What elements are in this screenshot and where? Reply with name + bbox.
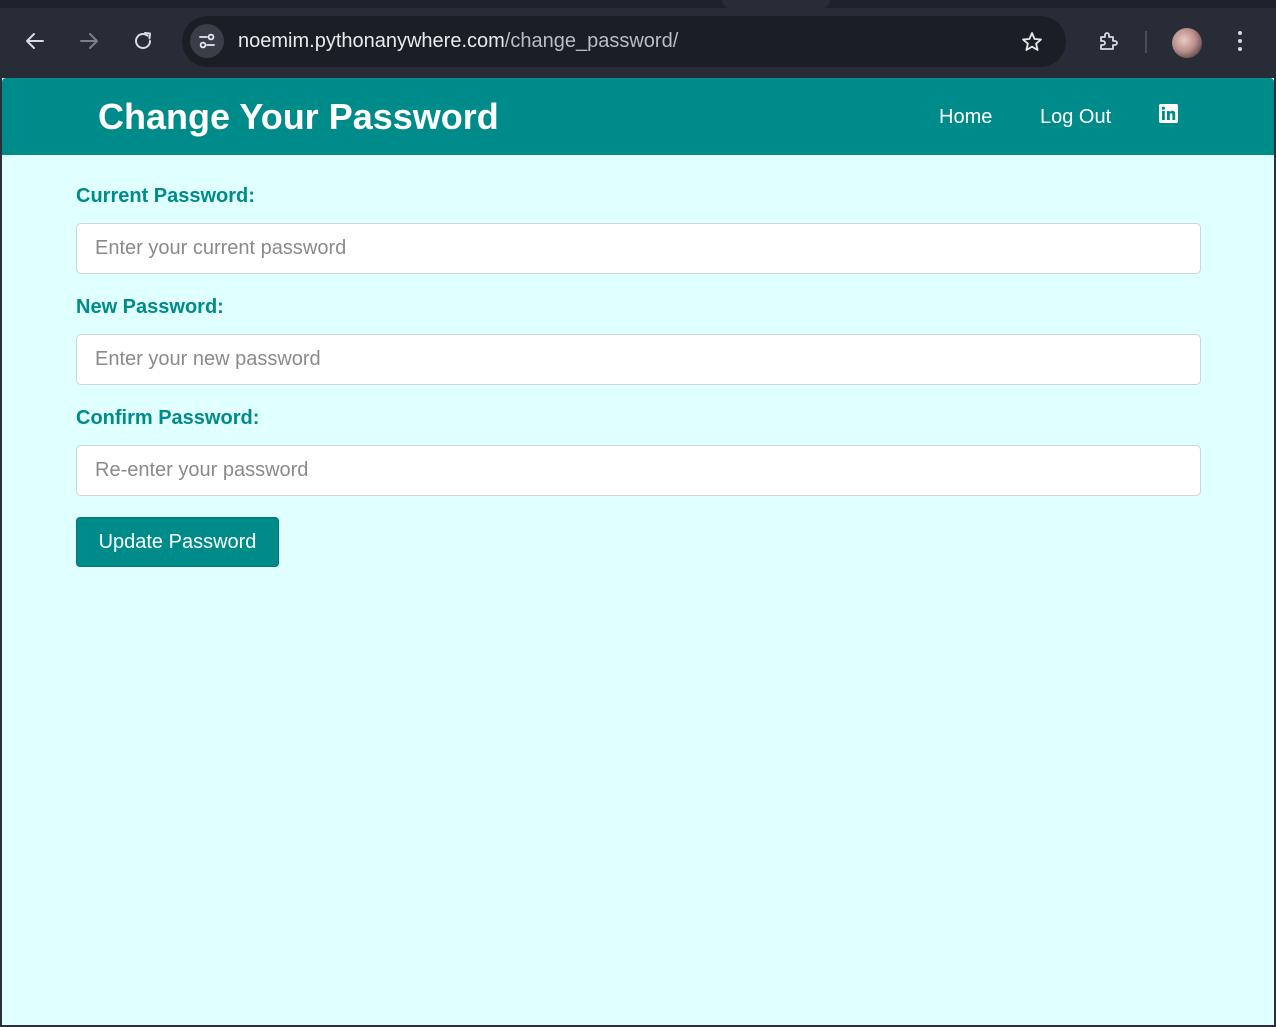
url-text[interactable]: noemim.pythonanywhere.com/change_passwor… bbox=[238, 29, 678, 53]
tab-strip bbox=[0, 0, 1276, 8]
new-password-input[interactable] bbox=[76, 334, 1201, 385]
browser-toolbar: noemim.pythonanywhere.com/change_passwor… bbox=[0, 0, 1276, 78]
url-host: noemim.pythonanywhere.com bbox=[238, 30, 505, 52]
back-arrow-icon bbox=[26, 33, 44, 49]
confirm-password-input[interactable] bbox=[76, 445, 1201, 496]
site-header: Change Your Password Home Log Out bbox=[2, 78, 1274, 155]
page-title: Change Your Password bbox=[98, 96, 499, 137]
puzzle-icon bbox=[1100, 32, 1118, 50]
nav-home-link[interactable]: Home bbox=[939, 105, 992, 129]
address-bar[interactable]: noemim.pythonanywhere.com/change_passwor… bbox=[182, 16, 1066, 67]
page-content: Change Your Password Home Log Out Curren… bbox=[2, 78, 1274, 1025]
current-password-input[interactable] bbox=[76, 223, 1201, 274]
confirm-password-label: Confirm Password: bbox=[76, 407, 260, 429]
linkedin-icon bbox=[1159, 104, 1178, 123]
active-tab[interactable] bbox=[722, 0, 830, 8]
kebab-menu-icon bbox=[1238, 31, 1242, 51]
linkedin-link[interactable] bbox=[1159, 104, 1178, 123]
current-password-label: Current Password: bbox=[76, 185, 255, 207]
browser-menu-button[interactable] bbox=[1222, 23, 1258, 59]
toolbar-divider bbox=[1145, 31, 1147, 53]
forward-button[interactable] bbox=[71, 23, 107, 59]
nav-logout-link[interactable]: Log Out bbox=[1040, 105, 1111, 129]
star-icon bbox=[1022, 32, 1042, 51]
bookmark-button[interactable] bbox=[1018, 28, 1046, 56]
tune-icon bbox=[199, 33, 215, 49]
url-path: /change_password/ bbox=[504, 30, 679, 52]
profile-avatar[interactable] bbox=[1172, 28, 1202, 58]
reload-icon bbox=[135, 32, 151, 49]
forward-arrow-icon bbox=[80, 33, 98, 49]
update-password-button[interactable]: Update Password bbox=[76, 517, 279, 567]
extensions-button[interactable] bbox=[1090, 23, 1126, 59]
back-button[interactable] bbox=[17, 23, 53, 59]
change-password-form: Current Password: New Password: Confirm … bbox=[76, 184, 1201, 567]
new-password-label: New Password: bbox=[76, 296, 224, 318]
site-info-button[interactable] bbox=[190, 24, 224, 58]
reload-button[interactable] bbox=[125, 23, 161, 59]
